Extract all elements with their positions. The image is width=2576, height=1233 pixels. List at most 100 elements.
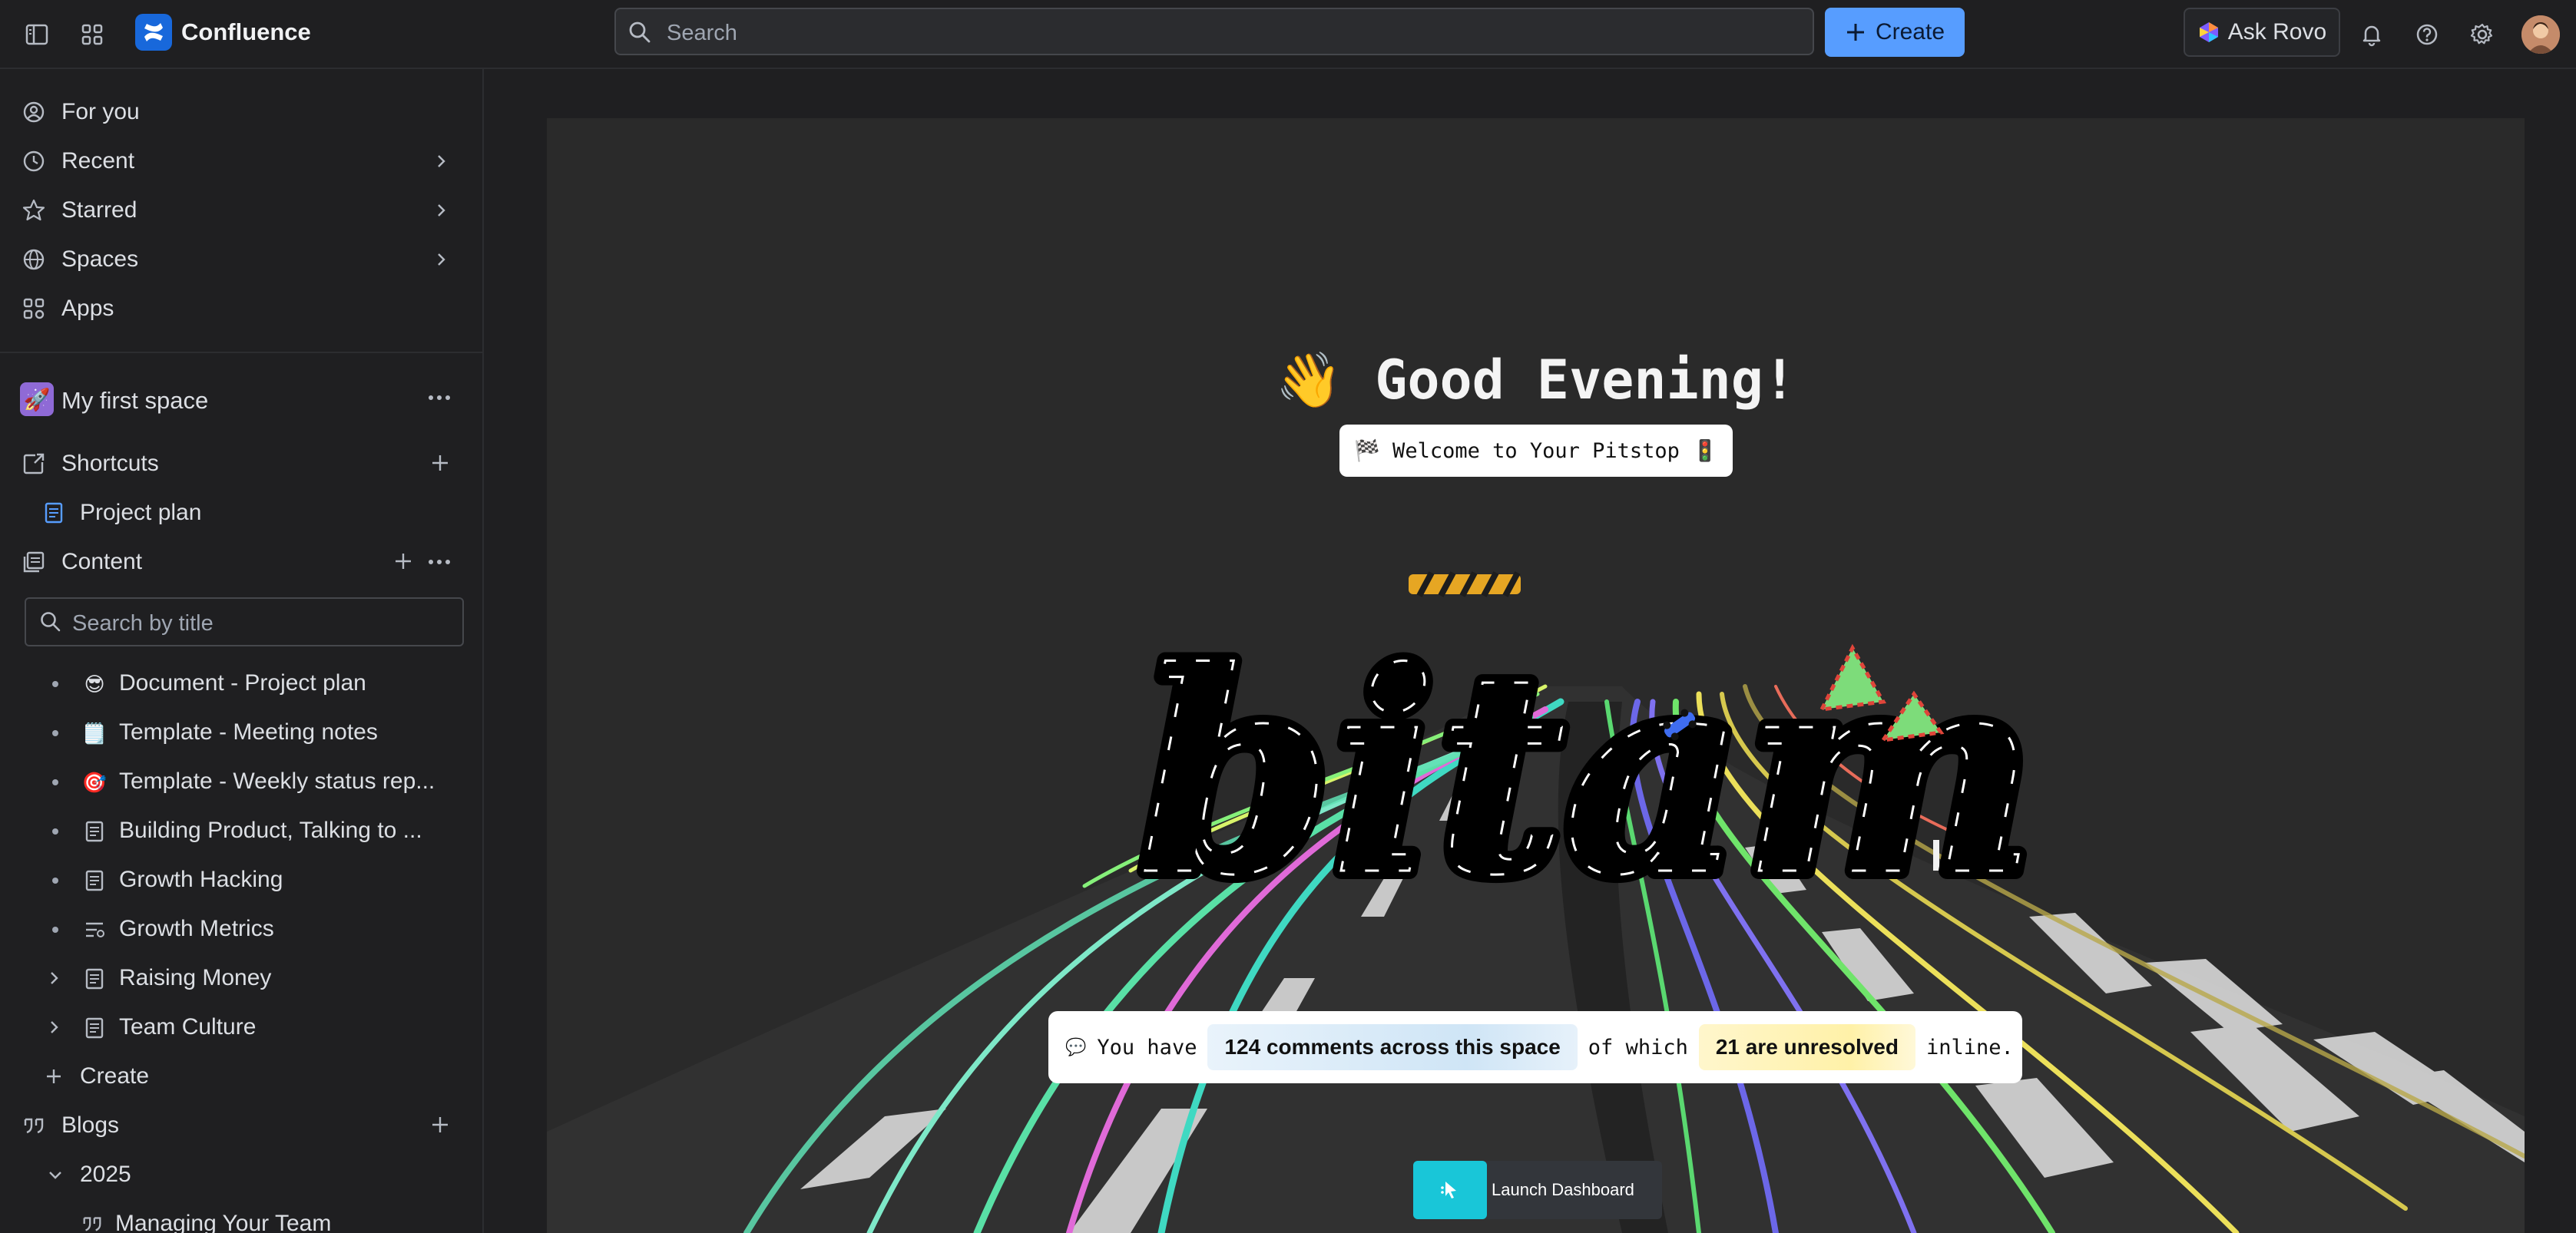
tree-item-label: Template - Meeting notes [119,719,378,745]
sidebar-divider [0,352,482,353]
app-name[interactable]: Confluence [181,18,311,46]
ask-rovo-button[interactable]: Ask Rovo [2184,8,2340,57]
sidebar-item-label: Project plan [80,500,202,525]
sidebar-item-apps[interactable]: Apps [0,286,482,332]
bell-icon[interactable] [2353,16,2390,53]
sidebar-item-spaces[interactable]: Spaces [0,236,482,283]
emoji-icon: 🎯 [81,770,108,794]
app-switcher-icon[interactable] [74,16,111,53]
more-options-icon[interactable] [427,557,452,567]
sidebar-item-label: Recent [61,148,135,174]
space-header[interactable]: 🚀 My first space [0,373,482,427]
comments-summary: 💬 You have 124 comments across this spac… [1048,1011,2022,1083]
emoji-icon: 😎 [84,672,105,696]
cursor-icon [1413,1161,1487,1219]
chevron-right-icon[interactable] [432,201,450,220]
top-navigation-bar: Confluence Search Create Ask Rovo [0,0,2576,69]
stats-middle: of which [1588,1035,1688,1059]
sidebar-item-label: Spaces [61,246,139,272]
tree-item[interactable]: 😎 Document - Project plan [0,660,482,706]
chevron-down-icon[interactable] [43,1162,68,1187]
sidebar-item-starred[interactable]: Starred [0,187,482,233]
help-icon[interactable] [2409,16,2445,53]
global-search-input[interactable]: Search [614,8,1814,55]
bullet-icon [52,878,58,884]
tree-item-label: Growth Hacking [119,867,283,892]
tree-item[interactable]: 🎯 Template - Weekly status rep... [0,759,482,805]
page-icon [81,868,108,894]
chevron-right-icon[interactable] [432,152,450,170]
logo-word-dashes: bitam [1138,611,2036,936]
tree-item[interactable]: Team Culture [0,1004,482,1050]
blog-year-label: 2025 [80,1162,131,1187]
add-content-icon[interactable] [393,551,413,571]
add-shortcut-icon[interactable] [430,453,450,473]
tree-item-label: Template - Weekly status rep... [119,769,435,794]
rocket-icon: 🚀 [20,382,54,416]
content-search-input[interactable]: Search by title [25,597,464,646]
chevron-right-icon[interactable] [45,1018,63,1036]
add-blog-icon[interactable] [430,1115,450,1135]
blog-item[interactable]: Managing Your Team [0,1201,482,1233]
quote-icon [80,1212,104,1233]
search-placeholder: Search [667,21,737,45]
emoji-icon: 🗒️ [81,721,108,745]
sidebar-item-content[interactable]: Content [0,539,482,585]
space-name: My first space [61,387,209,414]
chevron-right-icon[interactable] [45,969,63,987]
bullet-icon [52,828,58,835]
sidebar: For you Recent Starred Spaces Apps 🚀 My … [0,69,484,1233]
tree-item-label: Building Product, Talking to ... [119,818,422,843]
stats-suffix: inline. [1925,1035,2014,1059]
shortcut-item-project-plan[interactable]: Project plan [0,490,482,536]
launch-dashboard-button[interactable]: Launch Dashboard [1413,1161,1662,1219]
content-icon [22,550,46,574]
blog-year-2025[interactable]: 2025 [0,1152,482,1198]
tree-item[interactable]: Building Product, Talking to ... [0,808,482,854]
sidebar-toggle-icon[interactable] [18,16,55,53]
star-icon [22,198,46,223]
sidebar-item-label: Apps [61,296,114,321]
tree-item-label: Raising Money [119,965,272,990]
search-placeholder: Search by title [72,611,214,636]
rovo-icon [2197,21,2220,44]
tree-item[interactable]: 🗒️ Template - Meeting notes [0,709,482,755]
tree-item[interactable]: Growth Metrics [0,906,482,952]
page-icon [41,501,66,525]
sidebar-item-for-you[interactable]: For you [0,89,482,135]
sidebar-item-blogs[interactable]: Blogs [0,1102,482,1149]
tree-item-label: Document - Project plan [119,670,366,696]
page-icon [81,1015,108,1041]
tree-item-label: Team Culture [119,1014,257,1040]
create-content-button[interactable]: Create [0,1053,482,1099]
more-options-icon[interactable] [427,393,452,402]
comments-count-badge[interactable]: 124 comments across this space [1207,1024,1578,1070]
gear-icon[interactable] [2464,16,2501,53]
search-icon [38,610,63,634]
create-button[interactable]: Create [1825,8,1965,57]
sidebar-item-recent[interactable]: Recent [0,138,482,184]
avatar[interactable] [2521,15,2560,54]
plus-icon [41,1064,66,1089]
sidebar-item-label: Shortcuts [61,451,159,476]
tree-item[interactable]: Growth Hacking [0,857,482,903]
barrier-icon [1409,571,1521,597]
bullet-icon [52,730,58,736]
page-icon [81,818,108,845]
database-icon [81,917,108,943]
sidebar-item-shortcuts[interactable]: Shortcuts [0,441,482,487]
pitstop-banner: 👋 Good Evening! 🏁 Welcome to Your Pitsto… [547,118,2525,1233]
plus-icon [1845,21,1866,43]
sidebar-item-label: Blogs [61,1112,120,1138]
globe-icon [22,247,46,272]
blog-item-label: Managing Your Team [115,1211,332,1233]
ask-rovo-label: Ask Rovo [2227,19,2327,45]
confluence-logo-icon[interactable] [135,14,172,51]
create-label: Create [80,1063,150,1089]
unresolved-count-badge[interactable]: 21 are unresolved [1698,1024,1915,1070]
create-button-label: Create [1875,19,1945,45]
tree-item[interactable]: Raising Money [0,955,482,1001]
shortcut-icon [22,451,46,476]
chevron-right-icon[interactable] [432,250,450,269]
sidebar-item-label: Content [61,549,143,574]
